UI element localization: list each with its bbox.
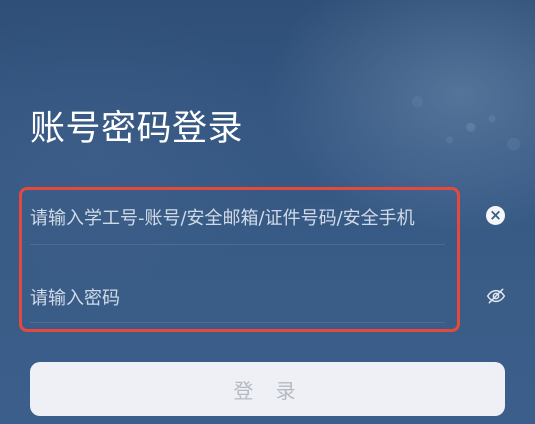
password-input-divider — [30, 322, 445, 323]
page-title: 账号密码登录 — [30, 109, 244, 149]
close-circle-icon[interactable]: × — [486, 206, 505, 225]
login-button[interactable]: 登 录 — [30, 362, 505, 416]
password-input[interactable]: 请输入密码 — [30, 282, 456, 312]
account-input[interactable]: 请输入学工号-账号/安全邮箱/证件号码/安全手机 — [30, 202, 456, 232]
eye-off-icon[interactable] — [485, 286, 507, 306]
account-input-divider — [30, 244, 445, 245]
